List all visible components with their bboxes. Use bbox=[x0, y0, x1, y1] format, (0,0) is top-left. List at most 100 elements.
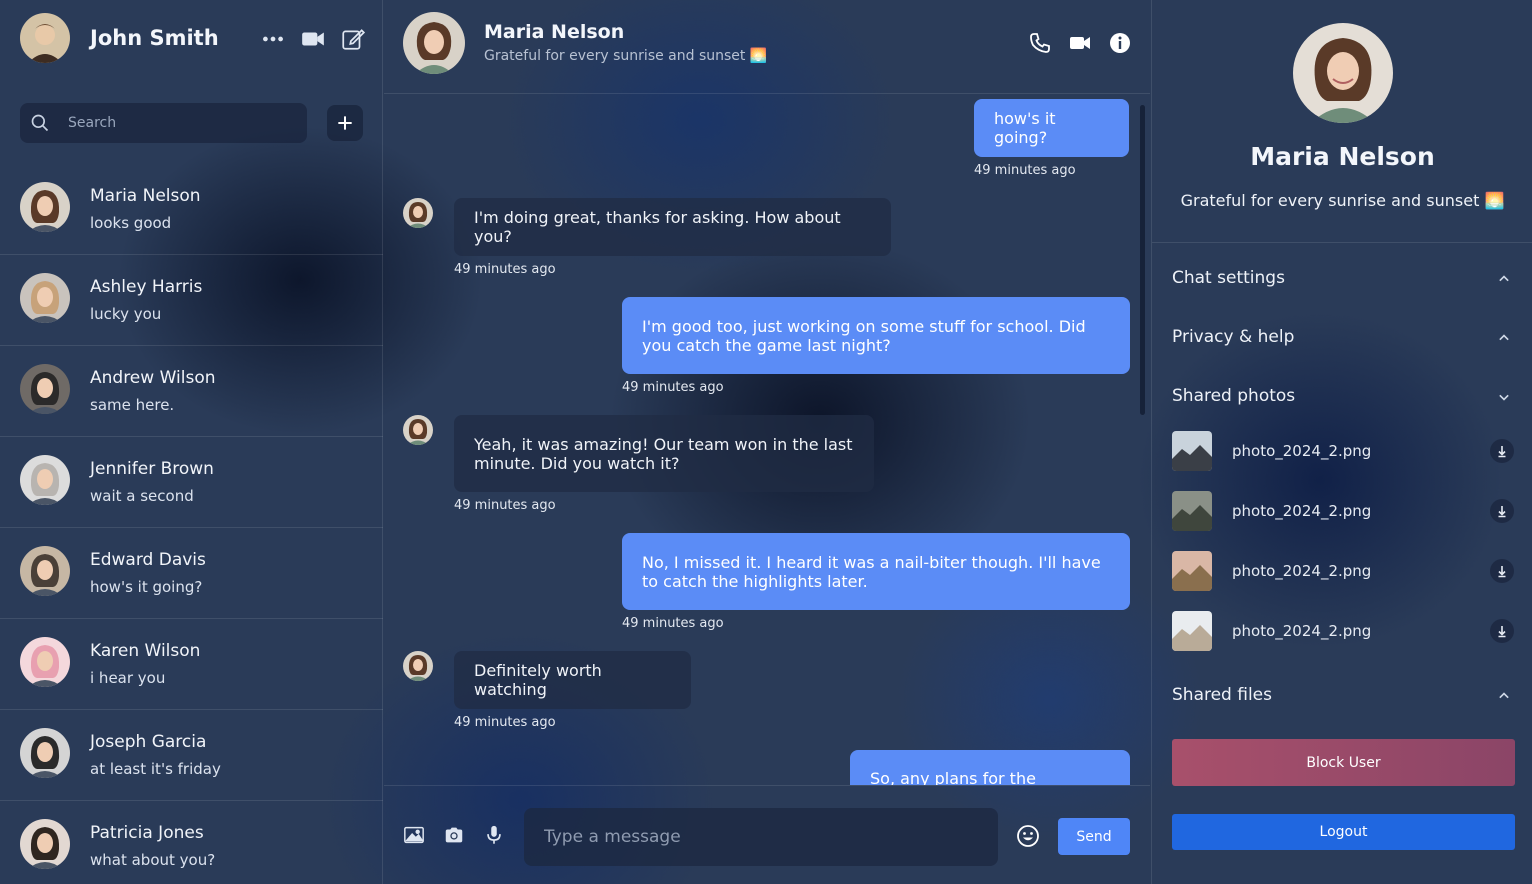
incoming-message[interactable]: Yeah, it was amazing! Our team won in th… bbox=[454, 415, 874, 492]
message-scrollbar[interactable] bbox=[1140, 105, 1145, 415]
contact-name: Andrew Wilson bbox=[90, 368, 216, 388]
contact-avatar bbox=[20, 273, 70, 323]
chevron-up-icon[interactable] bbox=[1494, 328, 1514, 348]
info-icon[interactable] bbox=[1108, 31, 1132, 55]
message-sender-avatar bbox=[403, 651, 433, 681]
section-chat-settings[interactable]: Chat settings bbox=[1172, 264, 1514, 294]
download-icon[interactable] bbox=[1490, 619, 1514, 643]
chat-contact-status: Grateful for every sunrise and sunset 🌅 bbox=[484, 48, 768, 64]
contact-avatar bbox=[20, 182, 70, 232]
more-options-icon[interactable] bbox=[260, 26, 286, 52]
contact-name: Edward Davis bbox=[90, 550, 206, 570]
message-timestamp: 49 minutes ago bbox=[622, 616, 724, 631]
chevron-down-icon[interactable] bbox=[1494, 387, 1514, 407]
contact-last-message: looks good bbox=[90, 214, 172, 232]
chat-contact-avatar[interactable] bbox=[403, 12, 465, 74]
composer: Send bbox=[384, 785, 1150, 884]
profile-avatar bbox=[1293, 23, 1393, 123]
block-user-button[interactable]: Block User bbox=[1172, 739, 1515, 786]
contact-avatar bbox=[20, 637, 70, 687]
outgoing-message[interactable]: I'm good too, just working on some stuff… bbox=[622, 297, 1130, 374]
camera-icon[interactable] bbox=[443, 824, 465, 846]
contact-item[interactable]: Joseph Garcia at least it's friday bbox=[0, 710, 383, 801]
current-user-name: John Smith bbox=[90, 26, 219, 50]
emoji-icon[interactable] bbox=[1016, 824, 1040, 848]
download-icon[interactable] bbox=[1490, 439, 1514, 463]
message-input[interactable] bbox=[524, 808, 998, 866]
add-contact-button[interactable] bbox=[327, 105, 363, 141]
contact-last-message: what about you? bbox=[90, 851, 216, 869]
contact-item[interactable]: Edward Davis how's it going? bbox=[0, 528, 383, 619]
contact-item[interactable]: Andrew Wilson same here. bbox=[0, 346, 383, 437]
photo-thumbnail[interactable] bbox=[1172, 611, 1212, 651]
contact-item[interactable]: Karen Wilson i hear you bbox=[0, 619, 383, 710]
photo-filename: photo_2024_2.png bbox=[1232, 502, 1372, 520]
contact-name: Joseph Garcia bbox=[90, 732, 207, 752]
contact-item[interactable]: Maria Nelson looks good bbox=[0, 164, 383, 255]
contact-item[interactable]: Ashley Harris lucky you bbox=[0, 255, 383, 346]
contact-last-message: at least it's friday bbox=[90, 760, 221, 778]
send-button[interactable]: Send bbox=[1058, 818, 1130, 855]
current-user-avatar[interactable] bbox=[20, 13, 70, 63]
contact-avatar bbox=[20, 364, 70, 414]
download-icon[interactable] bbox=[1490, 559, 1514, 583]
download-icon[interactable] bbox=[1490, 499, 1514, 523]
message-timestamp: 49 minutes ago bbox=[454, 498, 556, 513]
message-sender-avatar bbox=[403, 198, 433, 228]
section-shared-photos[interactable]: Shared photos bbox=[1172, 382, 1514, 412]
section-privacy-help[interactable]: Privacy & help bbox=[1172, 323, 1514, 353]
profile-name: Maria Nelson bbox=[1250, 142, 1435, 171]
section-title: Chat settings bbox=[1172, 268, 1285, 288]
outgoing-message[interactable]: No, I missed it. I heard it was a nail-b… bbox=[622, 533, 1130, 610]
divider bbox=[1152, 242, 1532, 243]
phone-icon[interactable] bbox=[1028, 31, 1052, 55]
shared-photo-item[interactable]: photo_2024_2.png bbox=[1172, 491, 1514, 531]
contact-last-message: i hear you bbox=[90, 669, 166, 687]
contact-avatar bbox=[20, 819, 70, 869]
search-icon bbox=[30, 113, 50, 133]
section-title: Shared photos bbox=[1172, 386, 1296, 406]
photo-thumbnail[interactable] bbox=[1172, 431, 1212, 471]
photo-filename: photo_2024_2.png bbox=[1232, 562, 1372, 580]
photo-filename: photo_2024_2.png bbox=[1232, 442, 1372, 460]
contact-last-message: lucky you bbox=[90, 305, 162, 323]
message-timestamp: 49 minutes ago bbox=[622, 380, 724, 395]
message-list[interactable]: how's it going? 49 minutes ago I'm doing g… bbox=[384, 95, 1150, 785]
chat-panel: Maria Nelson Grateful for every sunrise … bbox=[384, 0, 1150, 884]
chevron-up-icon[interactable] bbox=[1494, 269, 1514, 289]
section-shared-files[interactable]: Shared files bbox=[1172, 681, 1514, 711]
contact-name: Maria Nelson bbox=[90, 186, 201, 206]
chat-contact-name: Maria Nelson bbox=[484, 21, 625, 43]
profile-status: Grateful for every sunrise and sunset 🌅 bbox=[1180, 191, 1505, 210]
photo-thumbnail[interactable] bbox=[1172, 551, 1212, 591]
photo-thumbnail[interactable] bbox=[1172, 491, 1212, 531]
compose-icon[interactable] bbox=[340, 26, 366, 52]
contact-last-message: wait a second bbox=[90, 487, 194, 505]
contact-name: Ashley Harris bbox=[90, 277, 203, 297]
shared-photo-item[interactable]: photo_2024_2.png bbox=[1172, 551, 1514, 591]
search-input[interactable] bbox=[68, 103, 298, 143]
incoming-message[interactable]: Definitely worth watching bbox=[454, 651, 691, 709]
video-call-icon[interactable] bbox=[300, 26, 326, 52]
contact-name: Karen Wilson bbox=[90, 641, 201, 661]
chevron-up-icon[interactable] bbox=[1494, 686, 1514, 706]
contact-list: Maria Nelson looks good Ashley Harris lucky… bbox=[0, 164, 383, 884]
video-call-icon[interactable] bbox=[1068, 31, 1092, 55]
outgoing-message[interactable]: how's it going? bbox=[974, 99, 1129, 157]
image-icon[interactable] bbox=[403, 824, 425, 846]
contact-item[interactable]: Patricia Jones what about you? bbox=[0, 801, 383, 884]
message-sender-avatar bbox=[403, 415, 433, 445]
incoming-message[interactable]: I'm doing great, thanks for asking. How … bbox=[454, 198, 891, 256]
shared-photo-item[interactable]: photo_2024_2.png bbox=[1172, 431, 1514, 471]
shared-photo-item[interactable]: photo_2024_2.png bbox=[1172, 611, 1514, 651]
contact-avatar bbox=[20, 546, 70, 596]
outgoing-message[interactable]: So, any plans for the weekend? bbox=[850, 750, 1130, 785]
microphone-icon[interactable] bbox=[483, 824, 505, 846]
contact-last-message: how's it going? bbox=[90, 578, 203, 596]
contact-item[interactable]: Jennifer Brown wait a second bbox=[0, 437, 383, 528]
message-timestamp: 49 minutes ago bbox=[454, 262, 556, 277]
chat-header: Maria Nelson Grateful for every sunrise … bbox=[384, 0, 1150, 94]
message-timestamp: 49 minutes ago bbox=[974, 163, 1076, 178]
message-timestamp: 49 minutes ago bbox=[454, 715, 556, 730]
logout-button[interactable]: Logout bbox=[1172, 814, 1515, 850]
